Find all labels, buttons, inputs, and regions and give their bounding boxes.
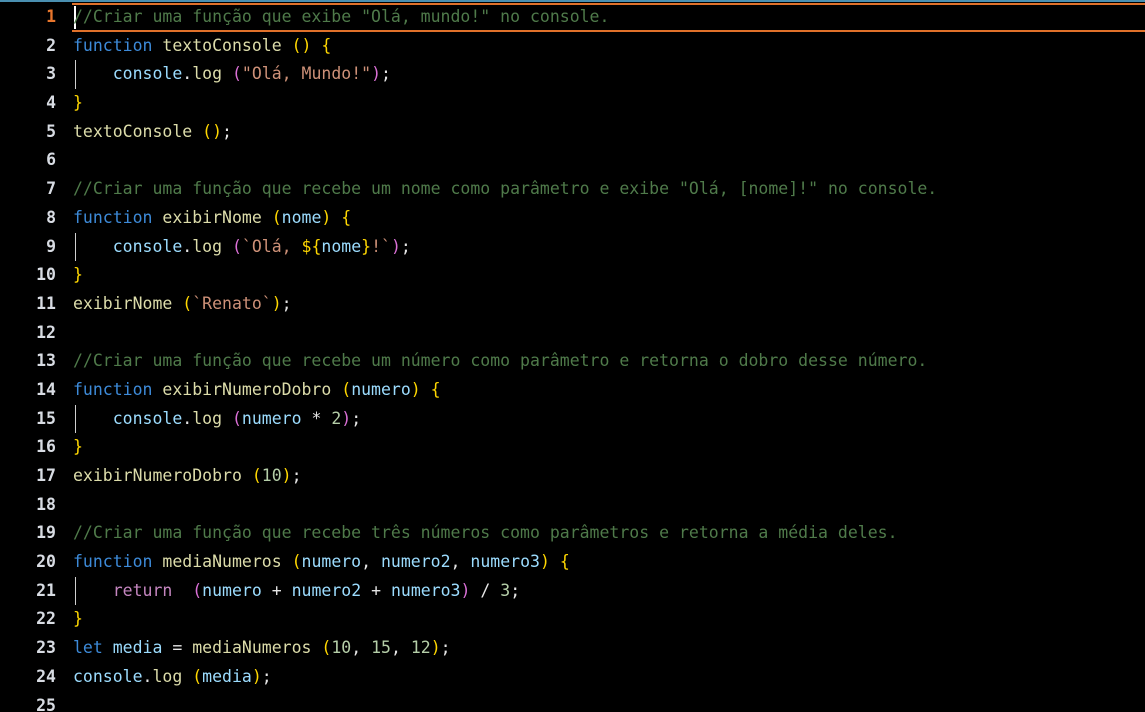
code-line[interactable]: 21 return (numero + numero2 + numero3) /… — [0, 576, 1145, 606]
line-content: //Criar uma função que exibe "Olá, mundo… — [73, 3, 1145, 32]
line-content: console.log (`Olá, ${nome}!`); — [112, 236, 411, 256]
line-number: 6 — [46, 150, 56, 170]
line-content: function textoConsole () { — [73, 35, 332, 55]
line-number: 14 — [36, 379, 56, 399]
line-number: 1 — [46, 7, 56, 26]
line-number: 19 — [36, 523, 56, 543]
line-number: 2 — [46, 35, 56, 55]
line-number: 8 — [46, 207, 56, 227]
code-line[interactable]: 10 } — [0, 261, 1145, 290]
code-line[interactable]: 19 //Criar uma função que recebe três nú… — [0, 519, 1145, 548]
line-content: console.log ("Olá, Mundo!"); — [112, 64, 391, 84]
line-number: 7 — [46, 179, 56, 199]
code-line[interactable]: 8 function exibirNome (nome) { — [0, 204, 1145, 233]
code-line[interactable]: 16 } — [0, 433, 1145, 462]
code-line[interactable]: 4 } — [0, 89, 1145, 118]
line-number: 5 — [46, 121, 56, 141]
code-line[interactable]: 11 exibirNome (`Renato`); — [0, 290, 1145, 319]
code-line[interactable]: 5 textoConsole (); — [0, 118, 1145, 147]
line-content: return (numero + numero2 + numero3) / 3; — [112, 580, 521, 600]
code-line[interactable]: 14 function exibirNumeroDobro (numero) { — [0, 376, 1145, 405]
line-content: function exibirNome (nome) { — [73, 207, 352, 227]
line-content: //Criar uma função que recebe um nome co… — [73, 175, 1145, 204]
line-number: 16 — [36, 437, 56, 457]
comment-token: //Criar uma função que recebe três númer… — [73, 523, 898, 543]
line-content: exibirNumeroDobro (10); — [73, 466, 302, 485]
line-number: 17 — [36, 466, 56, 485]
code-line[interactable]: 25 — [0, 692, 1145, 712]
code-line[interactable]: 3 console.log ("Olá, Mundo!"); — [0, 60, 1145, 90]
line-content: function exibirNumeroDobro (numero) { — [73, 379, 441, 399]
line-number: 3 — [46, 64, 56, 84]
code-line[interactable]: 17 exibirNumeroDobro (10); — [0, 462, 1145, 491]
code-line[interactable]: 24 console.log (media); — [0, 663, 1145, 692]
line-number: 10 — [36, 265, 56, 285]
code-line[interactable]: 23 let media = mediaNumeros (10, 15, 12)… — [0, 634, 1145, 663]
line-content: } — [73, 93, 83, 113]
line-content: let media = mediaNumeros (10, 15, 12); — [73, 638, 451, 658]
line-number: 20 — [36, 552, 56, 572]
code-line[interactable]: 2 function textoConsole () { — [0, 32, 1145, 61]
line-number: 13 — [36, 351, 56, 371]
comment-token: //Criar uma função que recebe um nome co… — [73, 179, 938, 199]
code-line[interactable]: 20 function mediaNumeros (numero, numero… — [0, 548, 1145, 577]
code-line[interactable]: 13 //Criar uma função que recebe um núme… — [0, 347, 1145, 376]
code-line[interactable]: 1 //Criar uma função que exibe "Olá, mun… — [0, 3, 1145, 32]
line-number: 11 — [36, 293, 56, 313]
code-line[interactable]: 15 console.log (numero * 2); — [0, 404, 1145, 434]
code-line[interactable]: 6 — [0, 146, 1145, 175]
line-number: 4 — [46, 93, 56, 113]
line-number: 9 — [46, 236, 56, 256]
line-content: } — [73, 437, 83, 457]
code-line[interactable]: 18 — [0, 491, 1145, 520]
line-number: 18 — [36, 494, 56, 514]
code-line[interactable]: 7 //Criar uma função que recebe um nome … — [0, 175, 1145, 204]
line-number: 15 — [36, 408, 56, 428]
line-content: } — [73, 265, 83, 285]
line-number: 22 — [36, 609, 56, 629]
line-content: textoConsole (); — [73, 121, 232, 141]
code-line[interactable]: 22 } — [0, 605, 1145, 634]
line-content: exibirNome (`Renato`); — [73, 293, 292, 313]
code-editor[interactable]: 1 //Criar uma função que exibe "Olá, mun… — [0, 0, 1145, 712]
line-number: 25 — [36, 695, 56, 712]
code-lines-container[interactable]: 1 //Criar uma função que exibe "Olá, mun… — [0, 2, 1145, 712]
line-content: console.log (numero * 2); — [112, 408, 362, 428]
code-line[interactable]: 9 console.log (`Olá, ${nome}!`); — [0, 232, 1145, 262]
line-number: 12 — [36, 322, 56, 342]
comment-token: //Criar uma função que exibe "Olá, mundo… — [73, 7, 610, 26]
line-content: function mediaNumeros (numero, numero2, … — [73, 552, 570, 572]
code-line[interactable]: 12 — [0, 319, 1145, 348]
line-content: //Criar uma função que recebe três númer… — [73, 519, 1145, 548]
line-number: 23 — [36, 638, 56, 658]
line-content: } — [73, 609, 83, 629]
line-number: 21 — [36, 580, 56, 600]
line-content: console.log (media); — [73, 666, 272, 686]
comment-token: //Criar uma função que recebe um número … — [73, 351, 928, 371]
line-number: 24 — [36, 666, 56, 686]
line-content: //Criar uma função que recebe um número … — [73, 347, 1145, 376]
